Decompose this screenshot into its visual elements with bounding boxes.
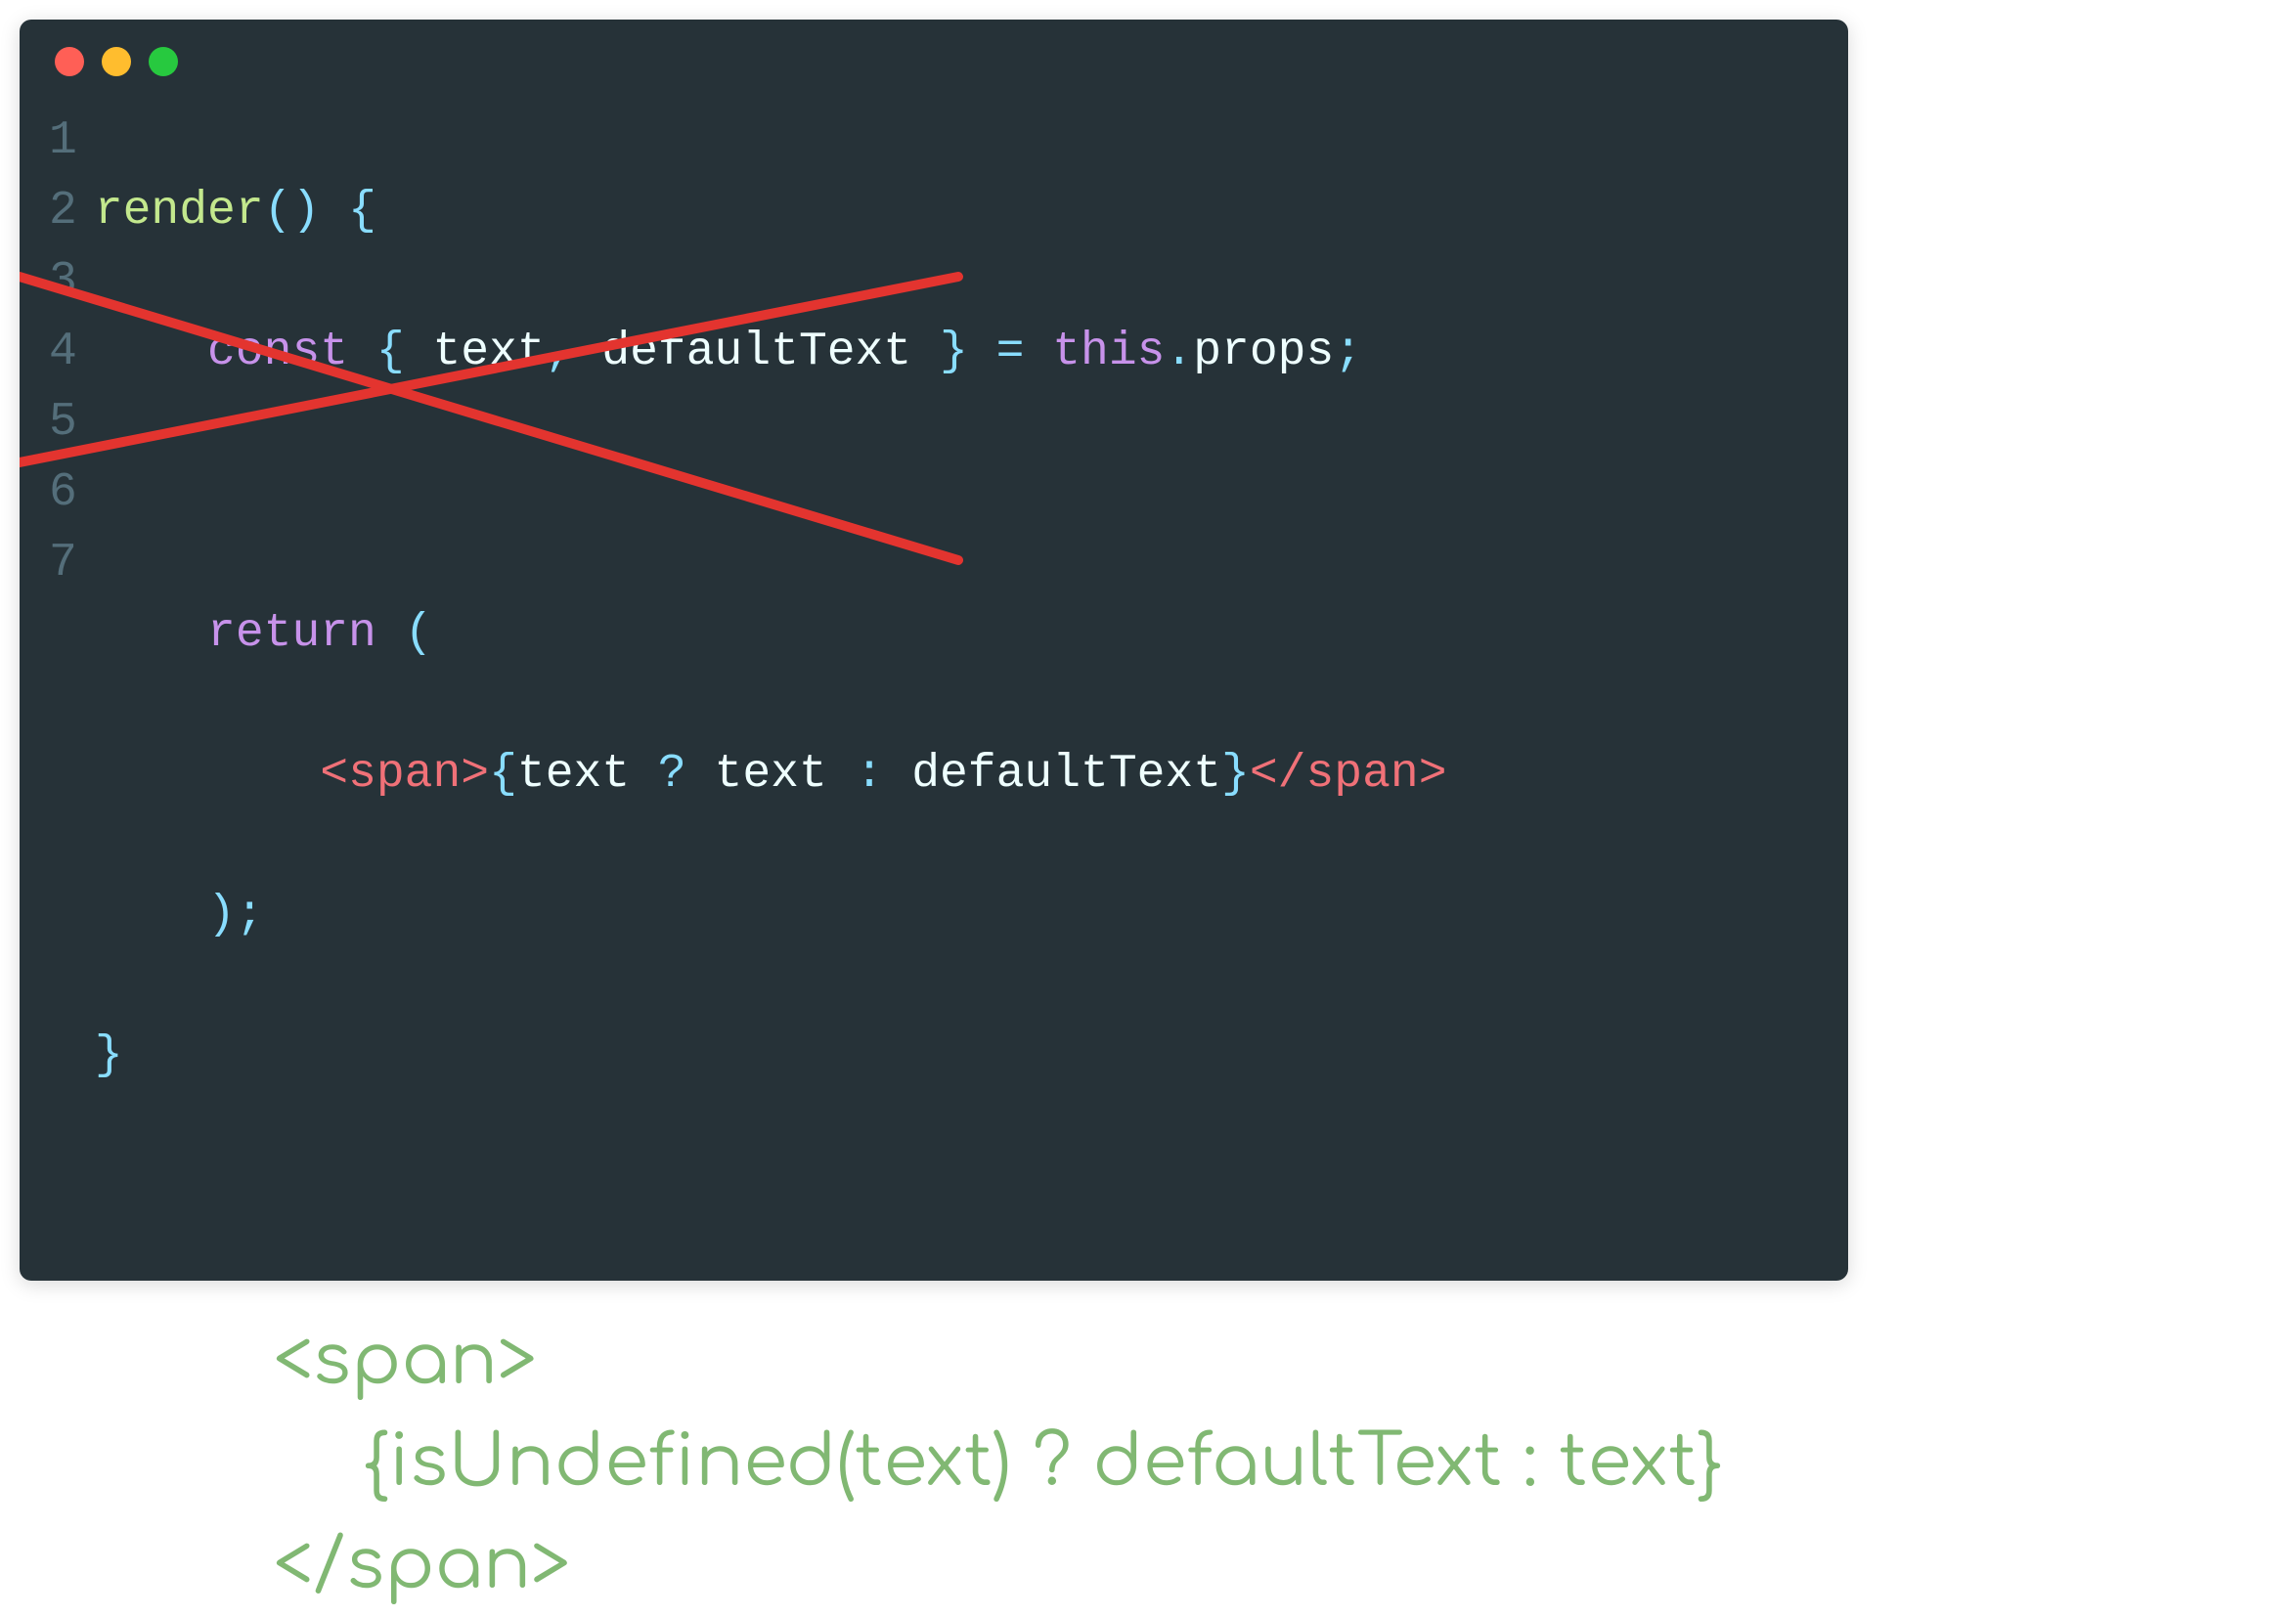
correction-annotation: <span> {isUndefined(text) ? defaultText … — [274, 1310, 2276, 1616]
token-punc: ) — [207, 889, 236, 941]
token-keyword: const — [207, 326, 348, 378]
code-line — [95, 458, 1447, 528]
line-number: 3 — [49, 246, 77, 317]
code-line: ); — [95, 880, 1447, 950]
line-number: 2 — [49, 176, 77, 246]
token-space — [348, 326, 376, 378]
line-number: 5 — [49, 387, 77, 458]
code-content[interactable]: render() { const { text, defaultText } =… — [95, 106, 1447, 1232]
token-tag-name: span — [348, 748, 461, 801]
token-punc: ; — [236, 889, 264, 941]
token-punc: { — [376, 326, 433, 378]
code-line: } — [95, 1021, 1447, 1091]
line-number: 1 — [49, 106, 77, 176]
close-icon[interactable] — [55, 47, 84, 76]
code-line: return ( — [95, 598, 1447, 669]
code-area: 1 2 3 4 5 6 7 render() { const { text, d… — [20, 96, 1848, 1242]
line-number-gutter: 1 2 3 4 5 6 7 — [49, 106, 95, 1232]
token-identifier: text — [517, 748, 630, 801]
token-tag-close: > — [1419, 748, 1447, 801]
line-number: 4 — [49, 317, 77, 387]
token-tag-open: < — [320, 748, 348, 801]
token-punc: ( — [405, 607, 433, 660]
annotation-line: </span> — [274, 1514, 2276, 1616]
token-function-name: render — [95, 185, 264, 238]
token-identifier: defaultText — [911, 748, 1221, 801]
minimize-icon[interactable] — [102, 47, 131, 76]
code-editor-window: 1 2 3 4 5 6 7 render() { const { text, d… — [20, 20, 1848, 1281]
token-indent — [95, 326, 207, 378]
token-space — [376, 607, 405, 660]
code-line: render() { — [95, 176, 1447, 246]
token-identifier: defaultText — [601, 326, 911, 378]
token-keyword: return — [207, 607, 376, 660]
token-punc: { — [489, 748, 517, 801]
code-line: const { text, defaultText } = this.props… — [95, 317, 1447, 387]
code-line: <span>{text ? text : defaultText}</span> — [95, 739, 1447, 809]
token-punc: ( — [264, 185, 292, 238]
maximize-icon[interactable] — [149, 47, 178, 76]
line-number: 7 — [49, 528, 77, 598]
token-this: this — [1052, 326, 1165, 378]
token-punc: } — [911, 326, 968, 378]
annotation-line: <span> — [274, 1310, 2276, 1412]
token-operator: ? — [630, 748, 714, 801]
token-identifier: text — [432, 326, 545, 378]
token-punc: { — [348, 185, 376, 238]
token-identifier: props — [1193, 326, 1334, 378]
token-indent — [95, 889, 207, 941]
token-tag-name: span — [1305, 748, 1418, 801]
token-punc: } — [1221, 748, 1250, 801]
token-punc: ) — [291, 185, 320, 238]
token-punc: . — [1165, 326, 1193, 378]
token-indent — [95, 607, 207, 660]
token-punc: ; — [1334, 326, 1362, 378]
window-titlebar — [20, 20, 1848, 96]
token-identifier: text — [715, 748, 827, 801]
token-operator: = — [968, 326, 1052, 378]
line-number: 6 — [49, 458, 77, 528]
token-tag-close: > — [461, 748, 489, 801]
annotation-line: {isUndefined(text) ? defaultText : text} — [274, 1412, 2276, 1513]
token-indent — [95, 748, 320, 801]
token-punc: } — [95, 1029, 123, 1082]
token-punc: , — [546, 326, 602, 378]
token-operator: : — [827, 748, 911, 801]
token-tag-open: </ — [1250, 748, 1306, 801]
token-space — [320, 185, 348, 238]
